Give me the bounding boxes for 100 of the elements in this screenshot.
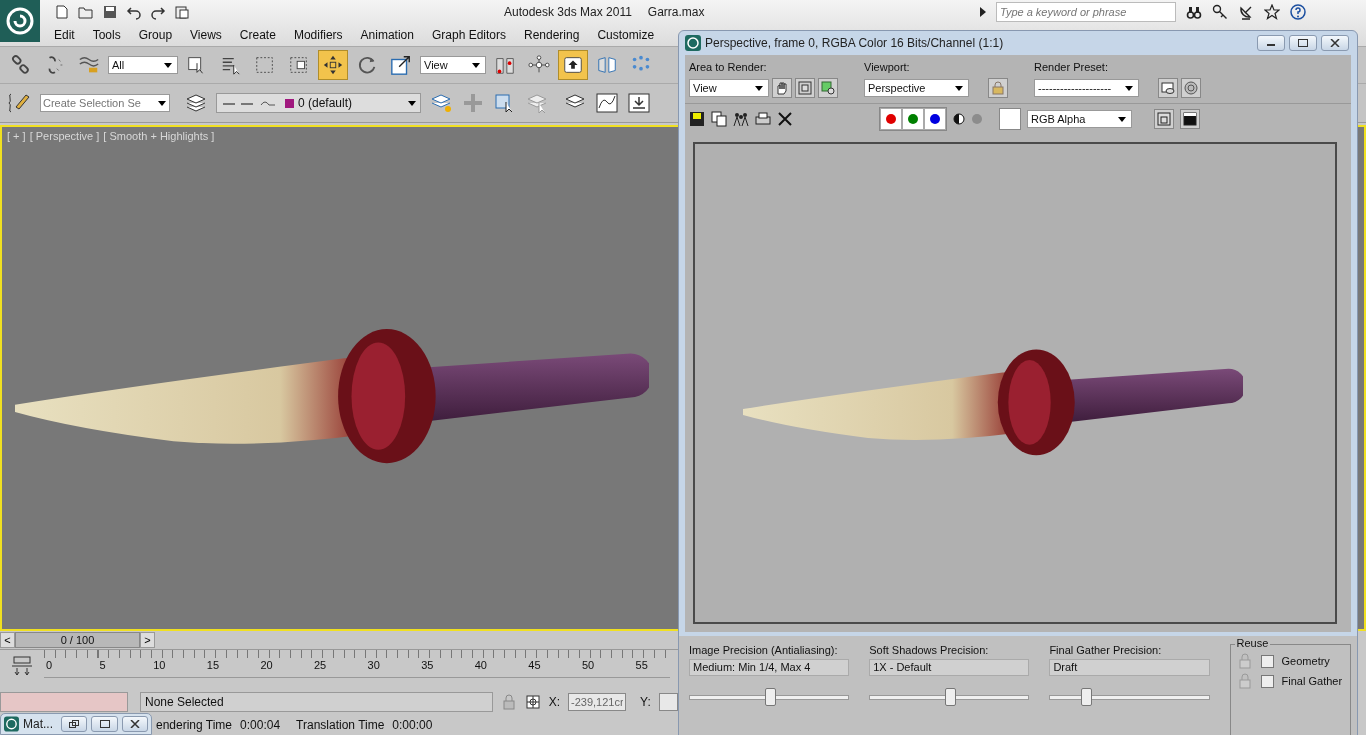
viewport-dropdown[interactable]: Perspective (864, 79, 969, 97)
frame-number: 55 (635, 658, 648, 673)
x-label: X: (548, 695, 561, 709)
layer-name: 0 (default) (298, 96, 353, 110)
frame-number: 30 (367, 658, 381, 673)
checkbox[interactable] (1260, 674, 1274, 688)
copy-icon[interactable] (711, 111, 727, 127)
y-label: Y: (640, 695, 651, 709)
app-title: Autodesk 3ds Max 2011 (504, 4, 632, 19)
dashed-rectangle-icon (254, 54, 276, 76)
minimized-window[interactable]: Mat... (0, 713, 152, 735)
menu-item[interactable]: Group (129, 27, 182, 42)
channel-display-dropdown[interactable]: RGB Alpha (1027, 110, 1132, 128)
people-icon[interactable] (733, 111, 749, 127)
new-file-icon[interactable] (54, 3, 70, 20)
edit-named-selection-icon[interactable] (8, 91, 32, 115)
filled-square-icon (1183, 112, 1197, 126)
save-icon[interactable] (102, 3, 118, 20)
search-field[interactable]: Type a keyword or phrase (996, 1, 1176, 22)
close-button[interactable] (121, 716, 148, 732)
menu-item[interactable]: Edit (45, 27, 84, 42)
move-button[interactable] (318, 50, 348, 80)
auto-region-button[interactable] (795, 78, 815, 98)
precision-label: Soft Shadows Precision: (869, 644, 990, 656)
layer-dropdown[interactable]: 0 (default) (216, 93, 421, 113)
save-icon[interactable] (689, 111, 705, 127)
framed-square-icon (1157, 112, 1171, 126)
lock-icon (992, 81, 1004, 95)
render-preset-label: Render Preset: (1034, 61, 1109, 73)
render-setup-icon (821, 81, 835, 95)
curve-editor-icon[interactable] (595, 91, 619, 115)
slider-thumb[interactable] (945, 688, 957, 706)
maximize-button[interactable] (91, 716, 118, 732)
app-logo-icon (5, 6, 35, 36)
key-icon[interactable] (1212, 3, 1228, 20)
restore-button[interactable] (61, 716, 88, 732)
edit-region-button[interactable] (772, 78, 792, 98)
mono-dot-icon[interactable] (971, 113, 983, 125)
y-coordinate-field[interactable] (658, 693, 678, 711)
area-to-render-dropdown[interactable]: View (689, 79, 769, 97)
menu-item[interactable]: Create (230, 27, 285, 42)
menu-item[interactable]: Tools (83, 27, 130, 42)
crosshair-icon[interactable] (524, 694, 541, 710)
script-listener-field[interactable] (0, 692, 128, 712)
frame-number: 15 (206, 658, 221, 673)
time-slider-thumb[interactable]: 0 / 100 (15, 632, 140, 648)
schematic-view-icon[interactable] (627, 91, 651, 115)
menu-item[interactable]: Rendering (515, 27, 589, 42)
help-icon[interactable] (1290, 3, 1306, 20)
environment-button[interactable] (1181, 78, 1201, 98)
menu-item[interactable]: Views (181, 27, 231, 42)
shortcut-button[interactable] (558, 50, 588, 80)
viewport-label: [ Smooth + Highlights ] (103, 130, 215, 142)
expand-arrow-icon[interactable] (980, 6, 986, 17)
frame-number: 25 (313, 658, 328, 673)
printer-icon[interactable] (755, 111, 771, 127)
frame-number: 20 (260, 658, 274, 673)
slider-thumb[interactable] (765, 688, 777, 706)
area-to-render-label: Area to Render: (689, 61, 768, 73)
minimize-button[interactable] (1257, 35, 1285, 51)
frame-number: 10 (153, 658, 167, 673)
toggle-ui-button[interactable] (1154, 109, 1174, 129)
background-toggle-button[interactable] (1180, 109, 1200, 129)
timeline-ruler[interactable]: 0 5 10 15 20 25 30 35 40 45 50 55 (44, 650, 670, 678)
app-logo-button[interactable] (0, 0, 40, 42)
next-frame-button[interactable]: > (140, 632, 155, 648)
teapot-window-icon (1161, 81, 1175, 95)
clear-icon[interactable] (777, 111, 793, 127)
frame-number: 40 (474, 658, 488, 673)
menu-item[interactable]: Animation (351, 27, 423, 42)
slider-thumb[interactable] (1081, 688, 1093, 706)
maximize-button[interactable] (1289, 35, 1317, 51)
checkbox-label: Geometry (1281, 655, 1330, 667)
previous-frame-button[interactable]: < (0, 632, 15, 648)
checkbox[interactable] (1260, 654, 1274, 668)
dropdown[interactable]: All (108, 56, 178, 74)
color-swatch[interactable] (999, 108, 1021, 130)
render-preset-dropdown[interactable]: -------------------- (1034, 79, 1139, 97)
contrast-icon[interactable] (953, 113, 965, 125)
dropdown-arrow-icon (408, 100, 416, 106)
close-button[interactable] (1321, 35, 1349, 51)
precision-value-field: Medium: Min 1/4, Max 4 (689, 659, 850, 676)
precision-value-field: 1X - Default (869, 659, 1030, 676)
close-icon (129, 720, 140, 728)
render-setup-button[interactable] (818, 78, 838, 98)
render-setup-button[interactable] (1158, 78, 1178, 98)
window-title: Perspective, frame 0, RGBA Color 16 Bits/Channel (1:1) (705, 36, 1004, 50)
mirror-icon (596, 54, 618, 76)
app-logo-icon (4, 716, 19, 732)
menu-item[interactable]: Graph Editors (422, 27, 515, 42)
hand-icon (775, 81, 789, 95)
menu-item[interactable]: Modifiers (284, 27, 352, 42)
maximize-icon (99, 720, 110, 728)
star-icon[interactable] (1264, 3, 1280, 20)
app-logo-icon (685, 35, 701, 51)
x-coordinate-field[interactable]: -239,121cr (568, 693, 627, 711)
menu-item[interactable]: Customize (588, 27, 664, 42)
project-folder-icon[interactable] (174, 3, 190, 20)
dropdown[interactable]: View (420, 56, 486, 74)
curve-editor-toggle-icon[interactable] (10, 654, 34, 678)
